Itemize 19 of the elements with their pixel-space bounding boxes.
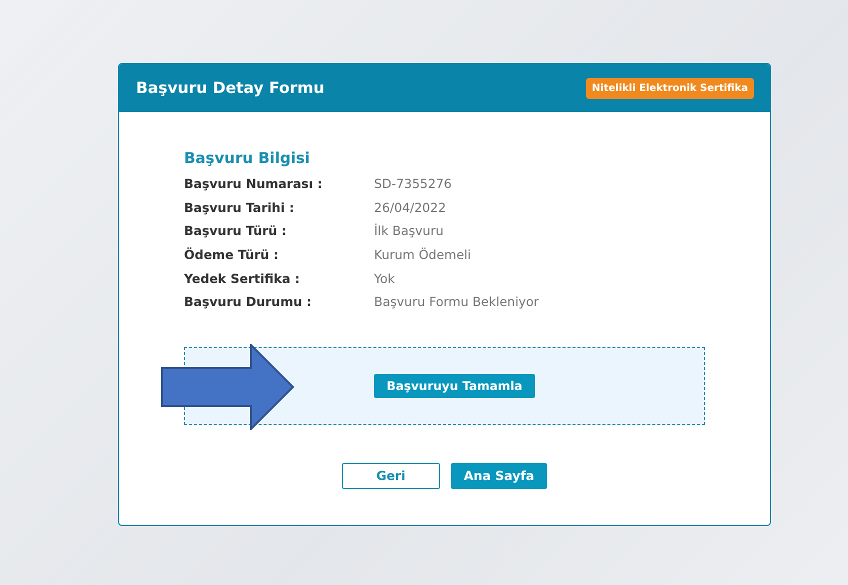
field-label: Başvuru Türü : <box>184 223 288 238</box>
window-title: Başvuru Detay Formu <box>136 79 324 97</box>
field-value: SD-7355276 <box>374 176 452 192</box>
field-label: Başvuru Durumu : <box>184 294 312 310</box>
field-value: Yok <box>374 270 395 286</box>
field-label: Ödeme Türü : <box>184 247 280 262</box>
section-title: Başvuru Bilgisi <box>184 149 311 167</box>
field-value: 26/04/2022 <box>374 200 446 215</box>
field-label: Başvuru Numarası : <box>184 176 324 192</box>
home-button[interactable]: Ana Sayfa <box>450 462 548 489</box>
back-button[interactable]: Geri <box>342 462 440 489</box>
field-label: Başvuru Tarihi : <box>184 200 296 215</box>
arrow-icon <box>161 344 295 430</box>
field-value: Kurum Ödemeli <box>374 247 471 262</box>
certificate-badge: Nitelikli Elektronik Sertifika <box>586 78 754 98</box>
field-value: Başvuru Formu Bekleniyor <box>374 294 539 310</box>
field-label: Yedek Sertifika : <box>184 270 301 286</box>
complete-button[interactable]: Başvuruyu Tamamla <box>374 374 536 398</box>
field-value: İlk Başvuru <box>374 223 444 238</box>
